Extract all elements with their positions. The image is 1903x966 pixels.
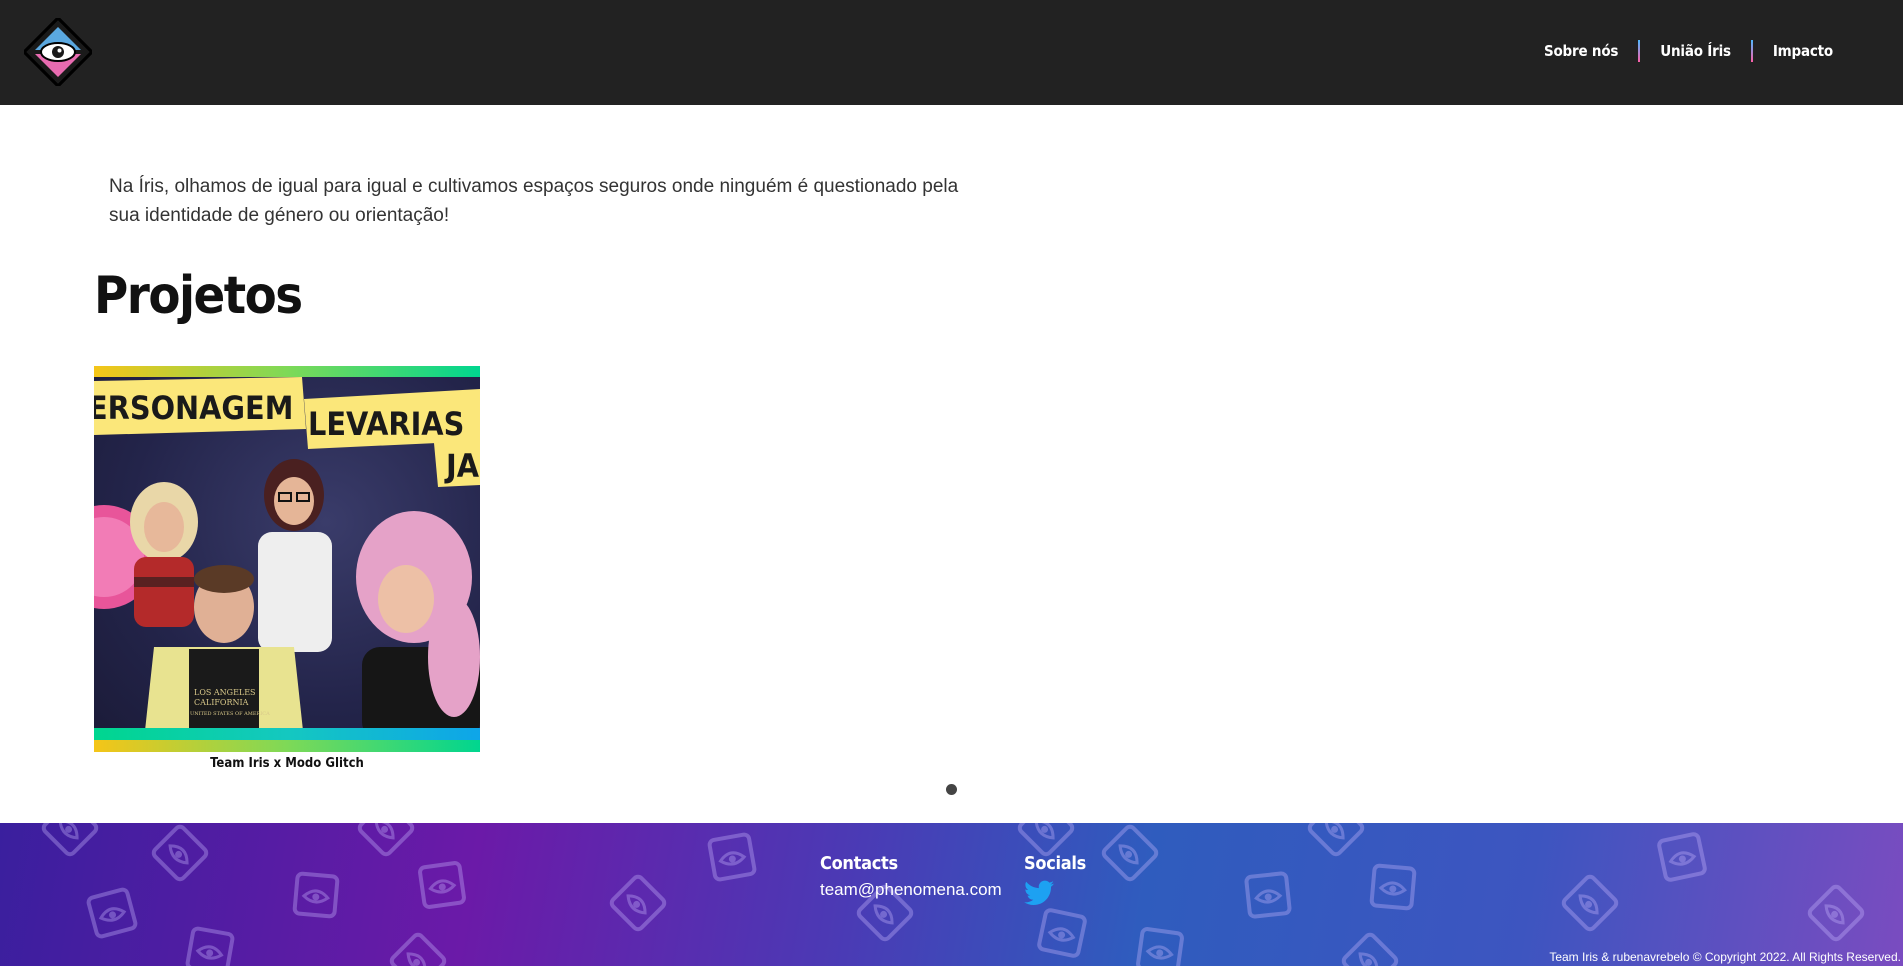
- thumb-shirt-text-2: CALIFORNIA: [194, 698, 249, 707]
- copyright-text: Team Iris & rubenavrebelo © Copyright 20…: [1549, 950, 1901, 964]
- main-nav: Sobre nós União Íris Impacto: [1524, 40, 1853, 62]
- site-header: Sobre nós União Íris Impacto: [0, 0, 1903, 105]
- socials-title: Socials: [1024, 853, 1086, 874]
- thumb-text-2: LEVARIAS: [308, 405, 464, 443]
- nav-link-uniao-iris[interactable]: União Íris: [1640, 42, 1751, 60]
- project-caption[interactable]: Team Iris x Modo Glitch: [94, 756, 480, 771]
- intro-text: Na Íris, olhamos de igual para igual e c…: [109, 176, 959, 226]
- team-iris-logo[interactable]: [24, 18, 92, 86]
- project-thumbnail[interactable]: ERSONAGEM LEVARIAS JA LOS ANGELES CALIFO…: [94, 366, 480, 752]
- footer-contacts: Contacts team@phenomena.com: [820, 853, 1002, 900]
- nav-link-sobre-nos[interactable]: Sobre nós: [1524, 42, 1638, 60]
- thumbnail-gradient-bar: [94, 728, 480, 740]
- site-footer: Contacts team@phenomena.com Socials Team…: [0, 823, 1903, 966]
- thumb-text-3: JA: [444, 447, 480, 485]
- contacts-title: Contacts: [820, 853, 898, 874]
- footer-socials: Socials: [1024, 853, 1086, 911]
- thumb-shirt-text-1: LOS ANGELES: [194, 688, 256, 697]
- twitter-icon[interactable]: [1024, 880, 1054, 906]
- thumb-shirt-text-3: UNITED STATES OF AMERICA: [190, 711, 270, 717]
- project-thumbnail-art: ERSONAGEM LEVARIAS JA LOS ANGELES CALIFO…: [94, 377, 480, 740]
- carousel-dot[interactable]: [946, 784, 957, 795]
- thumb-text-1: ERSONAGEM: [94, 389, 293, 427]
- contact-email-link[interactable]: team@phenomena.com: [820, 880, 1002, 900]
- projects-title: Projetos: [94, 266, 303, 326]
- nav-link-impacto[interactable]: Impacto: [1753, 42, 1853, 60]
- project-card[interactable]: ERSONAGEM LEVARIAS JA LOS ANGELES CALIFO…: [94, 366, 480, 771]
